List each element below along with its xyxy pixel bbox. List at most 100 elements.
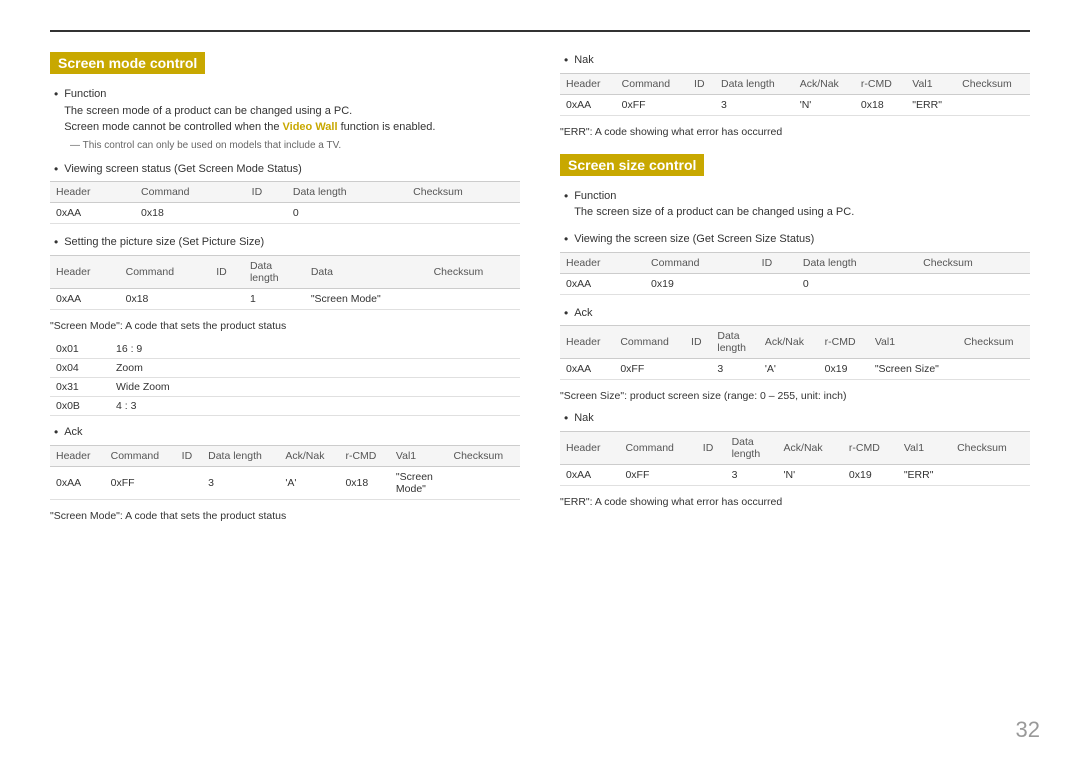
- th-checksum: Checksum: [917, 252, 1030, 273]
- mode-row: 0x31 Wide Zoom: [50, 378, 520, 397]
- th-datalength: Datalength: [711, 326, 759, 359]
- th-header: Header: [50, 256, 120, 289]
- function-note: This control can only be used on models …: [70, 140, 520, 151]
- viewing-bullet: • Viewing screen status (Get Screen Mode…: [54, 161, 520, 178]
- right-table1-header-row: Header Command ID Data length Checksum: [560, 252, 1030, 273]
- right-table1-section: Header Command ID Data length Checksum 0…: [560, 252, 1030, 295]
- th-command: Command: [135, 182, 246, 203]
- th-datalength: Datalength: [244, 256, 305, 289]
- page-number: 32: [1016, 717, 1040, 743]
- screen-size-section: Screen size control • Function The scree…: [560, 154, 1030, 508]
- th-acknak: Ack/Nak: [759, 326, 819, 359]
- table-row: 0xAA 0x18 1 "Screen Mode": [50, 289, 520, 310]
- ack-table-section: Header Command ID Data length Ack/Nak r-…: [50, 445, 520, 500]
- nak-table-top: Header Command ID Data length Ack/Nak r-…: [560, 73, 1030, 116]
- th-datalength: Data length: [202, 445, 279, 466]
- th-checksum: Checksum: [958, 326, 1030, 359]
- th-id: ID: [685, 326, 711, 359]
- right-nak-bullet: • Nak: [564, 410, 1030, 427]
- nak-table-top-section: Header Command ID Data length Ack/Nak r-…: [560, 73, 1030, 116]
- ack-header-row: Header Command ID Data length Ack/Nak r-…: [50, 445, 520, 466]
- right-column: • Nak Header Command ID Data length Ack/…: [560, 52, 1030, 530]
- table-row: 0xAA 0x19 0: [560, 273, 1030, 294]
- th-command: Command: [616, 73, 688, 94]
- th-checksum: Checksum: [407, 182, 520, 203]
- mode-row: 0x01 16 : 9: [50, 340, 520, 359]
- table2-section: Header Command ID Datalength Data Checks…: [50, 255, 520, 310]
- table-row: 0xAA 0xFF 3 'A' 0x19 "Screen Size": [560, 359, 1030, 380]
- th-rcmd: r-CMD: [339, 445, 389, 466]
- th-id: ID: [756, 252, 797, 273]
- th-header: Header: [50, 445, 105, 466]
- left-column: Screen mode control • Function The scree…: [50, 52, 520, 530]
- th-header: Header: [560, 432, 619, 465]
- viewing-table: Header Command ID Data length Checksum 0…: [50, 181, 520, 224]
- right-viewing-bullet: • Viewing the screen size (Get Screen Si…: [564, 231, 1030, 248]
- th-datalength: Data length: [287, 182, 407, 203]
- th-command: Command: [105, 445, 176, 466]
- function-bullet: • Function The screen mode of a product …: [54, 86, 520, 136]
- mode-row: 0x0B 4 : 3: [50, 397, 520, 416]
- th-rcmd: r-CMD: [819, 326, 869, 359]
- th-id: ID: [210, 256, 244, 289]
- th-datalength: Data length: [715, 73, 794, 94]
- right-nak-header-row: Header Command ID Datalength Ack/Nak r-C…: [560, 432, 1030, 465]
- th-val1: Val1: [390, 445, 448, 466]
- setting-table: Header Command ID Datalength Data Checks…: [50, 255, 520, 310]
- th-val1: Val1: [906, 73, 956, 94]
- th-command: Command: [614, 326, 685, 359]
- setting-section: • Setting the picture size (Set Picture …: [50, 234, 520, 310]
- screen-size-note: "Screen Size": product screen size (rang…: [560, 390, 1030, 402]
- top-rule: [50, 30, 1030, 32]
- th-val1: Val1: [898, 432, 951, 465]
- th-val1: Val1: [869, 326, 958, 359]
- th-id: ID: [176, 445, 202, 466]
- setting-bullet: • Setting the picture size (Set Picture …: [54, 234, 520, 251]
- ack-bullet: • Ack: [54, 424, 520, 441]
- table-row: 0xAA 0x18 0: [50, 203, 520, 224]
- th-id: ID: [246, 182, 287, 203]
- table1-header-row: Header Command ID Data length Checksum: [50, 182, 520, 203]
- th-acknak: Ack/Nak: [279, 445, 339, 466]
- right-function-bullet: • Function The screen size of a product …: [564, 188, 1030, 221]
- right-ack-header-row: Header Command ID Datalength Ack/Nak r-C…: [560, 326, 1030, 359]
- th-command: Command: [645, 252, 756, 273]
- th-command: Command: [120, 256, 211, 289]
- th-header: Header: [560, 73, 616, 94]
- table1-section: Header Command ID Data length Checksum 0…: [50, 181, 520, 224]
- th-header: Header: [560, 326, 614, 359]
- table-row: 0xAA 0xFF 3 'N' 0x19 "ERR": [560, 465, 1030, 486]
- right-ack-table-section: Header Command ID Datalength Ack/Nak r-C…: [560, 325, 1030, 380]
- right-ack-table: Header Command ID Datalength Ack/Nak r-C…: [560, 325, 1030, 380]
- viewing-section: • Viewing screen status (Get Screen Mode…: [50, 161, 520, 225]
- err-note-top: "ERR": A code showing what error has occ…: [560, 126, 1030, 138]
- right-ack-bullet: • Ack: [564, 305, 1030, 322]
- left-section-title: Screen mode control: [50, 52, 520, 86]
- table-row: 0xAA 0xFF 3 'A' 0x18 "ScreenMode": [50, 466, 520, 499]
- th-header: Header: [50, 182, 135, 203]
- th-datalength: Datalength: [726, 432, 778, 465]
- screen-modes-table: 0x01 16 : 9 0x04 Zoom 0x31 Wide Zoom 0x0…: [50, 340, 520, 416]
- function-section: • Function The screen mode of a product …: [50, 86, 520, 151]
- th-acknak: Ack/Nak: [794, 73, 855, 94]
- right-function-section: • Function The screen size of a product …: [560, 188, 1030, 221]
- table-row: 0xAA 0xFF 3 'N' 0x18 "ERR": [560, 94, 1030, 115]
- th-datalength: Data length: [797, 252, 917, 273]
- th-rcmd: r-CMD: [855, 73, 906, 94]
- right-viewing-table: Header Command ID Data length Checksum 0…: [560, 252, 1030, 295]
- table2-header-row: Header Command ID Datalength Data Checks…: [50, 256, 520, 289]
- th-checksum: Checksum: [428, 256, 520, 289]
- th-acknak: Ack/Nak: [778, 432, 843, 465]
- right-nak-table: Header Command ID Datalength Ack/Nak r-C…: [560, 431, 1030, 486]
- nak-bullet-top: • Nak: [564, 52, 1030, 69]
- th-checksum: Checksum: [951, 432, 1030, 465]
- th-checksum: Checksum: [956, 73, 1030, 94]
- ack-table: Header Command ID Data length Ack/Nak r-…: [50, 445, 520, 500]
- bottom-note: "Screen Mode": A code that sets the prod…: [50, 510, 520, 522]
- err-note-bottom: "ERR": A code showing what error has occ…: [560, 496, 1030, 508]
- th-rcmd: r-CMD: [843, 432, 898, 465]
- right-section-title: Screen size control: [560, 154, 1030, 188]
- th-id: ID: [697, 432, 726, 465]
- th-command: Command: [619, 432, 696, 465]
- th-id: ID: [688, 73, 715, 94]
